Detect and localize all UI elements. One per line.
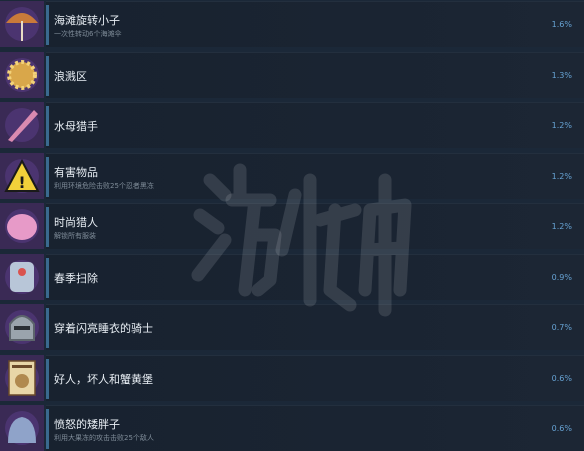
beach-umbrella-icon xyxy=(0,1,44,47)
achievement-row: 穿着闪亮睡衣的骑士 0.7% xyxy=(0,304,584,350)
jellyfish-hunter-icon xyxy=(0,102,44,148)
achievement-panel: 愤怒的矮胖子利用大果冻的攻击击败25个敌人 0.6% xyxy=(46,405,584,451)
angry-blob-icon xyxy=(0,405,44,451)
achievement-name: 有害物品 xyxy=(54,166,98,179)
achievement-description: 解锁所有服装 xyxy=(54,232,96,240)
achievement-panel: 好人，坏人和蟹黄堡 0.6% xyxy=(46,355,584,401)
achievement-row: 时尚猎人解锁所有服装 1.2% xyxy=(0,203,584,249)
achievement-accent-bar xyxy=(46,157,49,197)
achievement-accent-bar xyxy=(46,258,49,298)
achievement-panel: 水母猎手 1.2% xyxy=(46,102,584,148)
achievement-accent-bar xyxy=(46,409,49,449)
wanted-poster-icon xyxy=(0,355,44,401)
achievement-accent-bar xyxy=(46,56,49,96)
achievement-accent-bar xyxy=(46,5,49,45)
achievement-panel: 春季扫除 0.9% xyxy=(46,254,584,300)
achievement-name: 海滩旋转小子 xyxy=(54,14,120,27)
achievement-name: 愤怒的矮胖子 xyxy=(54,418,120,431)
unlock-percentage: 1.2% xyxy=(551,121,572,130)
achievement-row: 春季扫除 0.9% xyxy=(0,254,584,300)
unlock-percentage: 1.6% xyxy=(551,20,572,29)
unlock-percentage: 0.6% xyxy=(551,424,572,433)
achievement-accent-bar xyxy=(46,308,49,348)
achievement-description: 利用环境危险击败25个忍者黑冻 xyxy=(54,182,154,190)
achievement-panel: 有害物品利用环境危险击败25个忍者黑冻 1.2% xyxy=(46,153,584,199)
sun-splash-icon xyxy=(0,52,44,98)
knight-helmet-icon xyxy=(0,304,44,350)
cleaning-robot-icon xyxy=(0,254,44,300)
achievement-name: 时尚猎人 xyxy=(54,216,98,229)
unlock-percentage: 1.2% xyxy=(551,172,572,181)
achievement-name: 穿着闪亮睡衣的骑士 xyxy=(54,322,153,335)
achievement-row: 水母猎手 1.2% xyxy=(0,102,584,148)
svg-text:!: ! xyxy=(18,173,25,192)
achievement-panel: 穿着闪亮睡衣的骑士 0.7% xyxy=(46,304,584,350)
achievement-accent-bar xyxy=(46,359,49,399)
achievement-accent-bar xyxy=(46,106,49,146)
hazard-sign-icon: ! xyxy=(0,153,44,199)
fashion-costume-icon xyxy=(0,203,44,249)
unlock-percentage: 0.9% xyxy=(551,273,572,282)
unlock-percentage: 0.7% xyxy=(551,323,572,332)
achievement-panel: 海滩旋转小子一次性转动6个海滩伞 1.6% xyxy=(46,1,584,47)
unlock-percentage: 1.3% xyxy=(551,71,572,80)
achievement-panel: 时尚猎人解锁所有服装 1.2% xyxy=(46,203,584,249)
achievement-name: 浪溅区 xyxy=(54,70,87,83)
achievement-row: 海滩旋转小子一次性转动6个海滩伞 1.6% xyxy=(0,1,584,47)
achievement-accent-bar xyxy=(46,207,49,247)
achievement-name: 好人，坏人和蟹黄堡 xyxy=(54,373,153,386)
achievement-row: 好人，坏人和蟹黄堡 0.6% xyxy=(0,355,584,401)
achievement-name: 春季扫除 xyxy=(54,272,98,285)
achievement-row: 愤怒的矮胖子利用大果冻的攻击击败25个敌人 0.6% xyxy=(0,405,584,451)
achievement-list: 海滩旋转小子 一次性转动6个海滩伞 1.6% 浪溅区 1.3% 水母猎手 1.2%! 有害物品… xyxy=(0,0,584,451)
achievement-name: 水母猎手 xyxy=(54,120,98,133)
achievement-panel: 浪溅区 1.3% xyxy=(46,52,584,98)
achievement-row: ! 有害物品利用环境危险击败25个忍者黑冻 1.2% xyxy=(0,153,584,199)
achievement-description: 利用大果冻的攻击击败25个敌人 xyxy=(54,434,154,442)
achievement-row: 浪溅区 1.3% xyxy=(0,52,584,98)
unlock-percentage: 0.6% xyxy=(551,374,572,383)
unlock-percentage: 1.2% xyxy=(551,222,572,231)
achievement-description: 一次性转动6个海滩伞 xyxy=(54,30,122,38)
